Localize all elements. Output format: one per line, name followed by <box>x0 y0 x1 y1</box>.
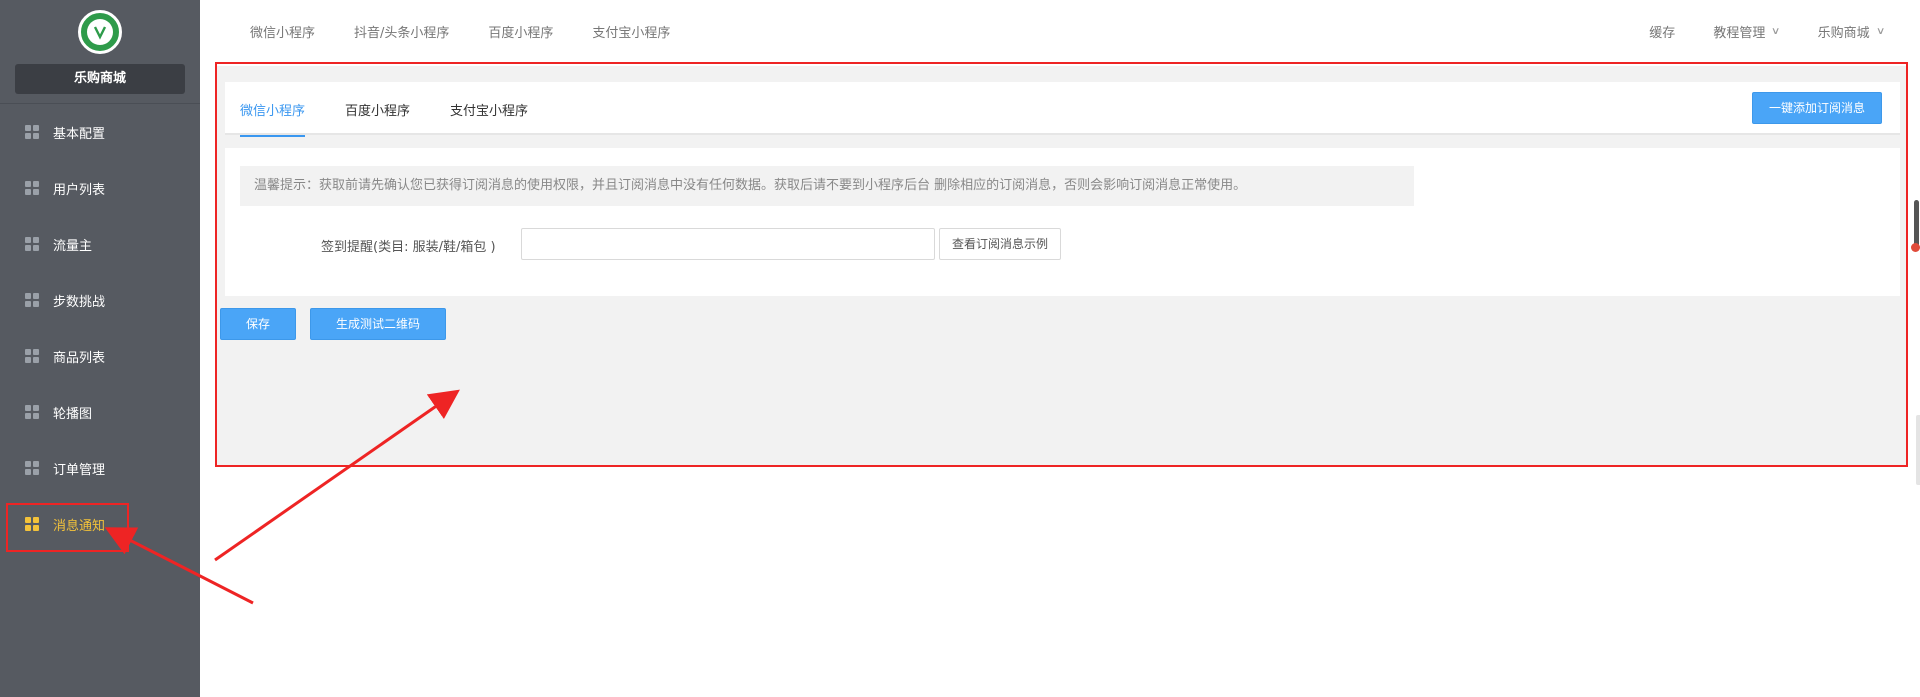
tab-wechat[interactable]: 微信小程序 <box>240 82 306 137</box>
grid-icon <box>25 349 39 363</box>
sidebar-item-user-list[interactable]: 用户列表 <box>0 160 200 216</box>
sidebar-item-label: 步数挑战 <box>53 294 106 310</box>
grid-icon <box>25 293 39 307</box>
generate-qr-button[interactable]: 生成测试二维码 <box>310 308 446 340</box>
side-drawer-handle[interactable] <box>1916 415 1920 485</box>
shop-menu[interactable]: 乐购商城 ∨ <box>1817 22 1886 41</box>
top-nav: 微信小程序 抖音/头条小程序 百度小程序 支付宝小程序 缓存 教程管理 ∨ 乐购商… <box>200 0 1920 62</box>
grid-icon <box>25 405 39 419</box>
platform-tab-card: 微信小程序 百度小程序 支付宝小程序 一键添加订阅消息 <box>225 82 1900 137</box>
view-example-button[interactable]: 查看订阅消息示例 <box>939 228 1062 260</box>
sidebar-item-message-notification[interactable]: 消息通知 <box>0 496 200 552</box>
tab-baidu[interactable]: 百度小程序 <box>345 82 410 135</box>
cache-link[interactable]: 缓存 <box>1649 22 1675 41</box>
sidebar-item-step-challenge[interactable]: 步数挑战 <box>0 272 200 328</box>
shop-logo <box>78 10 122 54</box>
grid-icon <box>25 125 39 139</box>
sign-in-reminder-input[interactable] <box>521 228 935 260</box>
tip-notice: 温馨提示：获取前请先确认您已获得订阅消息的使用权限，并且订阅消息中没有任何数据。… <box>240 166 1414 206</box>
grid-icon <box>25 517 39 531</box>
add-subscription-button[interactable]: 一键添加订阅消息 <box>1751 92 1882 124</box>
shop-name: 乐购商城 <box>15 64 185 94</box>
top-tab-baidu[interactable]: 百度小程序 <box>488 22 553 41</box>
top-tab-wechat[interactable]: 微信小程序 <box>250 22 315 41</box>
grid-icon <box>25 237 39 251</box>
sidebar-item-traffic-master[interactable]: 流量主 <box>0 216 200 272</box>
grid-icon <box>25 181 39 195</box>
sidebar-item-carousel[interactable]: 轮播图 <box>0 384 200 440</box>
logo-icon <box>87 19 113 45</box>
top-tab-douyin[interactable]: 抖音/头条小程序 <box>354 22 449 41</box>
cache-label: 缓存 <box>1649 25 1676 41</box>
shop-menu-label: 乐购商城 <box>1817 25 1870 41</box>
sidebar-item-label: 流量主 <box>53 238 93 254</box>
platform-tabs: 微信小程序 百度小程序 支付宝小程序 <box>240 82 568 137</box>
chevron-down-icon: ∨ <box>1771 25 1781 37</box>
sidebar-item-label: 消息通知 <box>53 518 106 534</box>
sidebar-item-basic-config[interactable]: 基本配置 <box>0 104 200 160</box>
scrollbar-thumb[interactable] <box>1914 200 1919 248</box>
subscription-form: 温馨提示：获取前请先确认您已获得订阅消息的使用权限，并且订阅消息中没有任何数据。… <box>225 148 1900 296</box>
sidebar-item-label: 订单管理 <box>53 462 106 478</box>
grid-icon <box>25 461 39 475</box>
chevron-down-icon: ∨ <box>1875 25 1886 37</box>
scrollbar-marker <box>1911 243 1920 252</box>
sidebar-menu: 基本配置 用户列表 流量主 步数挑战 商品列表 轮播图 订单管理 消息通知 <box>0 104 200 552</box>
page-scrollbar[interactable] <box>1910 0 1920 697</box>
sign-in-reminder-label: 签到提醒(类目: 服装/鞋/箱包 ) <box>321 240 496 255</box>
sidebar-item-label: 基本配置 <box>53 126 106 142</box>
sidebar-item-label: 商品列表 <box>53 350 106 366</box>
top-platform-tabs: 微信小程序 抖音/头条小程序 百度小程序 支付宝小程序 <box>250 0 709 62</box>
sidebar-item-label: 轮播图 <box>53 406 93 422</box>
sidebar-item-label: 用户列表 <box>53 182 106 198</box>
top-tab-alipay[interactable]: 支付宝小程序 <box>592 22 670 41</box>
tutorial-menu[interactable]: 教程管理 ∨ <box>1713 22 1781 41</box>
save-button[interactable]: 保存 <box>220 308 296 340</box>
sidebar-item-order-management[interactable]: 订单管理 <box>0 440 200 496</box>
sidebar: 乐购商城 基本配置 用户列表 流量主 步数挑战 商品列表 轮播图 订单管理 消息… <box>0 0 200 697</box>
tutorial-label: 教程管理 <box>1713 25 1766 41</box>
sidebar-item-product-list[interactable]: 商品列表 <box>0 328 200 384</box>
tab-alipay[interactable]: 支付宝小程序 <box>450 82 528 135</box>
top-right-menu: 缓存 教程管理 ∨ 乐购商城 ∨ <box>1611 0 1886 62</box>
